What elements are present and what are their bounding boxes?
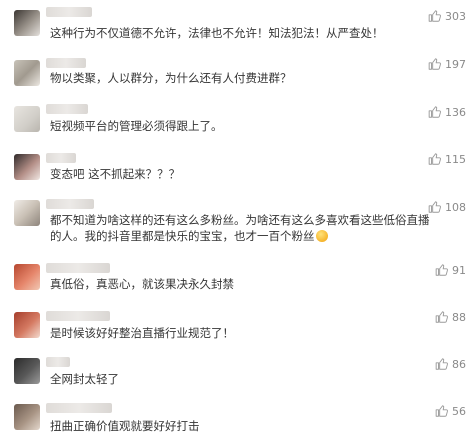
comment-list: 这种行为不仅道德不允许，法律也不允许！知法犯法！从严查处！ 303 物以类聚，人… (0, 0, 474, 439)
comment-text: 扭曲正确价值观就要好好打击 (50, 419, 200, 433)
comment-text: 变态吧 这不抓起来？？？ (50, 167, 181, 181)
like-count: 88 (452, 310, 466, 324)
like-button[interactable]: 303 (428, 9, 466, 23)
like-count: 86 (452, 357, 466, 371)
nickname[interactable] (46, 104, 88, 114)
avatar[interactable] (14, 106, 40, 132)
laughing-emoji-icon (315, 230, 328, 242)
avatar[interactable] (14, 60, 40, 86)
thumbs-up-icon (428, 106, 441, 118)
avatar[interactable] (14, 312, 40, 338)
like-button[interactable]: 88 (435, 310, 466, 324)
nickname[interactable] (46, 199, 94, 209)
comment-text: 物以类聚，人以群分，为什么还有人付费进群？ (50, 71, 292, 85)
like-button[interactable]: 136 (428, 105, 466, 119)
like-button[interactable]: 197 (428, 57, 466, 71)
avatar[interactable] (14, 358, 40, 384)
like-button[interactable]: 91 (435, 263, 466, 277)
nickname[interactable] (46, 311, 110, 321)
like-count: 91 (452, 263, 466, 277)
comment-text: 全网封太轻了 (50, 372, 119, 386)
thumbs-up-icon (435, 405, 448, 417)
comment-text: 这种行为不仅道德不允许，法律也不允许！知法犯法！从严查处！ (50, 26, 384, 40)
nickname[interactable] (46, 357, 70, 367)
thumbs-up-icon (428, 10, 441, 22)
like-button[interactable]: 86 (435, 357, 466, 371)
like-count: 56 (452, 404, 466, 418)
like-button[interactable]: 108 (428, 200, 466, 214)
comment-text: 真低俗，真恶心，就该果决永久封禁 (50, 277, 234, 291)
like-count: 197 (445, 57, 466, 71)
thumbs-up-icon (428, 201, 441, 213)
comment-text: 短视频平台的管理必须得跟上了。 (50, 119, 223, 133)
avatar[interactable] (14, 200, 40, 226)
like-button[interactable]: 115 (428, 152, 466, 166)
avatar[interactable] (14, 10, 40, 36)
nickname[interactable] (46, 7, 92, 17)
thumbs-up-icon (428, 58, 441, 70)
thumbs-up-icon (435, 264, 448, 276)
like-count: 303 (445, 9, 466, 23)
comment-text: 都不知道为啥这样的还有这么多粉丝。为啥还有这么多喜欢看这些低俗直播的人。我的抖音… (50, 212, 438, 244)
like-button[interactable]: 56 (435, 404, 466, 418)
like-count: 136 (445, 105, 466, 119)
like-count: 115 (445, 152, 466, 166)
avatar[interactable] (14, 404, 40, 430)
nickname[interactable] (46, 403, 112, 413)
avatar[interactable] (14, 264, 40, 290)
comment-text: 是时候该好好整治直播行业规范了！ (50, 326, 234, 340)
thumbs-up-icon (435, 358, 448, 370)
nickname[interactable] (46, 263, 110, 273)
thumbs-up-icon (428, 153, 441, 165)
nickname[interactable] (46, 58, 86, 68)
like-count: 108 (445, 200, 466, 214)
avatar[interactable] (14, 154, 40, 180)
thumbs-up-icon (435, 311, 448, 323)
comment-text-content: 都不知道为啥这样的还有这么多粉丝。为啥还有这么多喜欢看这些低俗直播的人。我的抖音… (50, 213, 430, 243)
nickname[interactable] (46, 153, 76, 163)
